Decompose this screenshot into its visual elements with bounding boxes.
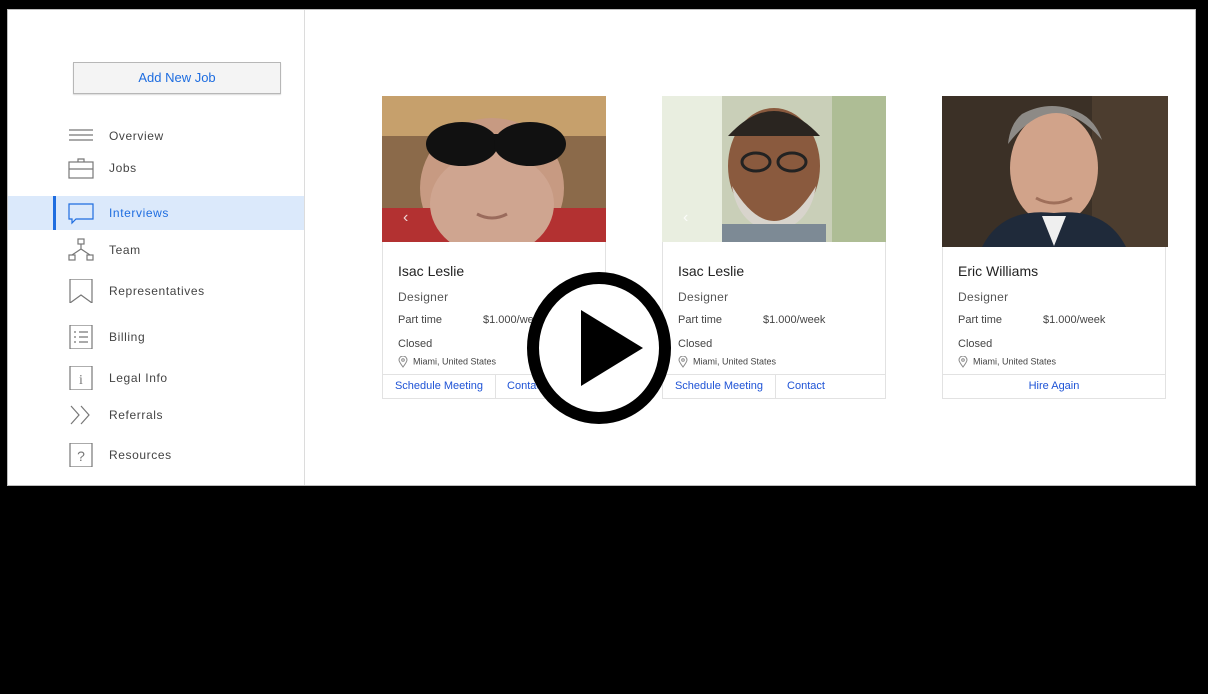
card-actions: Schedule Meeting Contact	[663, 374, 885, 398]
job-rate: $1.000/week	[1043, 314, 1106, 326]
sidebar-item-resources[interactable]: ? Resources	[8, 438, 304, 472]
briefcase-icon	[68, 158, 94, 179]
sidebar-item-label: Overview	[109, 129, 164, 143]
job-type: Part time	[398, 314, 443, 326]
schedule-meeting-button[interactable]: Schedule Meeting	[383, 375, 496, 398]
bookmark-icon	[69, 279, 93, 303]
sidebar-item-team[interactable]: Team	[8, 233, 304, 267]
double-chevron-icon	[70, 405, 90, 425]
add-new-job-button[interactable]: Add New Job	[73, 62, 281, 94]
svg-text:i: i	[79, 373, 83, 388]
sidebar-item-billing[interactable]: Billing	[8, 320, 304, 354]
sidebar-item-label: Representatives	[109, 284, 205, 298]
sidebar-item-label: Jobs	[109, 161, 137, 175]
sidebar: Add New Job Overview Jobs Interviews Tea…	[8, 10, 305, 485]
candidate-name: Isac Leslie	[398, 263, 465, 279]
location-text: Miami, United States	[973, 356, 1057, 367]
info-icon: i	[69, 366, 93, 390]
job-type: Part time	[678, 314, 723, 326]
candidate-card: Eric Williams Designer Part time $1.000/…	[942, 96, 1168, 399]
sidebar-item-legal-info[interactable]: i Legal Info	[8, 361, 304, 395]
chat-bubble-icon	[68, 203, 94, 225]
sidebar-item-label: Resources	[109, 448, 172, 462]
sidebar-item-jobs[interactable]: Jobs	[8, 151, 304, 185]
location: Miami, United States	[958, 356, 1056, 368]
sidebar-item-label: Interviews	[109, 206, 170, 220]
job-status: Closed	[678, 338, 713, 350]
card-actions: Hire Again	[943, 374, 1165, 398]
schedule-meeting-button[interactable]: Schedule Meeting	[663, 375, 776, 398]
sidebar-item-label: Billing	[109, 330, 146, 344]
chevron-left-icon[interactable]: ‹	[403, 209, 408, 227]
candidate-role: Designer	[398, 290, 449, 304]
location-text: Miami, United States	[413, 356, 497, 367]
sidebar-item-label: Legal Info	[109, 371, 168, 385]
contact-button[interactable]: Contact	[775, 375, 837, 398]
location-text: Miami, United States	[693, 356, 777, 367]
question-icon: ?	[69, 443, 93, 467]
location-pin-icon	[958, 356, 968, 368]
candidate-card: ‹ Isac Leslie Designer Part time $1.000/…	[662, 96, 886, 399]
job-status: Closed	[398, 338, 433, 350]
candidate-name: Eric Williams	[958, 263, 1039, 279]
sidebar-item-interviews[interactable]: Interviews	[8, 196, 304, 230]
menu-lines-icon	[69, 129, 93, 141]
location: Miami, United States	[398, 356, 496, 368]
sidebar-item-referrals[interactable]: Referrals	[8, 398, 304, 432]
candidate-photo: ‹	[382, 96, 606, 242]
candidate-name: Isac Leslie	[678, 263, 745, 279]
sidebar-item-overview[interactable]: Overview	[8, 119, 304, 153]
job-status: Closed	[958, 338, 993, 350]
team-hierarchy-icon	[68, 238, 94, 261]
play-button-icon[interactable]	[523, 268, 675, 428]
sidebar-item-label: Referrals	[109, 408, 164, 422]
hire-again-button[interactable]: Hire Again	[943, 375, 1165, 398]
chevron-left-icon[interactable]: ‹	[683, 209, 688, 227]
sidebar-item-representatives[interactable]: Representatives	[8, 274, 304, 308]
job-rate: $1.000/week	[763, 314, 826, 326]
billing-list-icon	[69, 325, 93, 349]
candidate-role: Designer	[958, 290, 1009, 304]
job-type: Part time	[958, 314, 1003, 326]
candidate-photo	[942, 96, 1168, 247]
location: Miami, United States	[678, 356, 776, 368]
candidate-photo: ‹	[662, 96, 886, 242]
sidebar-item-label: Team	[109, 243, 141, 257]
location-pin-icon	[398, 356, 408, 368]
location-pin-icon	[678, 356, 688, 368]
candidate-role: Designer	[678, 290, 729, 304]
svg-text:?: ?	[77, 448, 85, 464]
